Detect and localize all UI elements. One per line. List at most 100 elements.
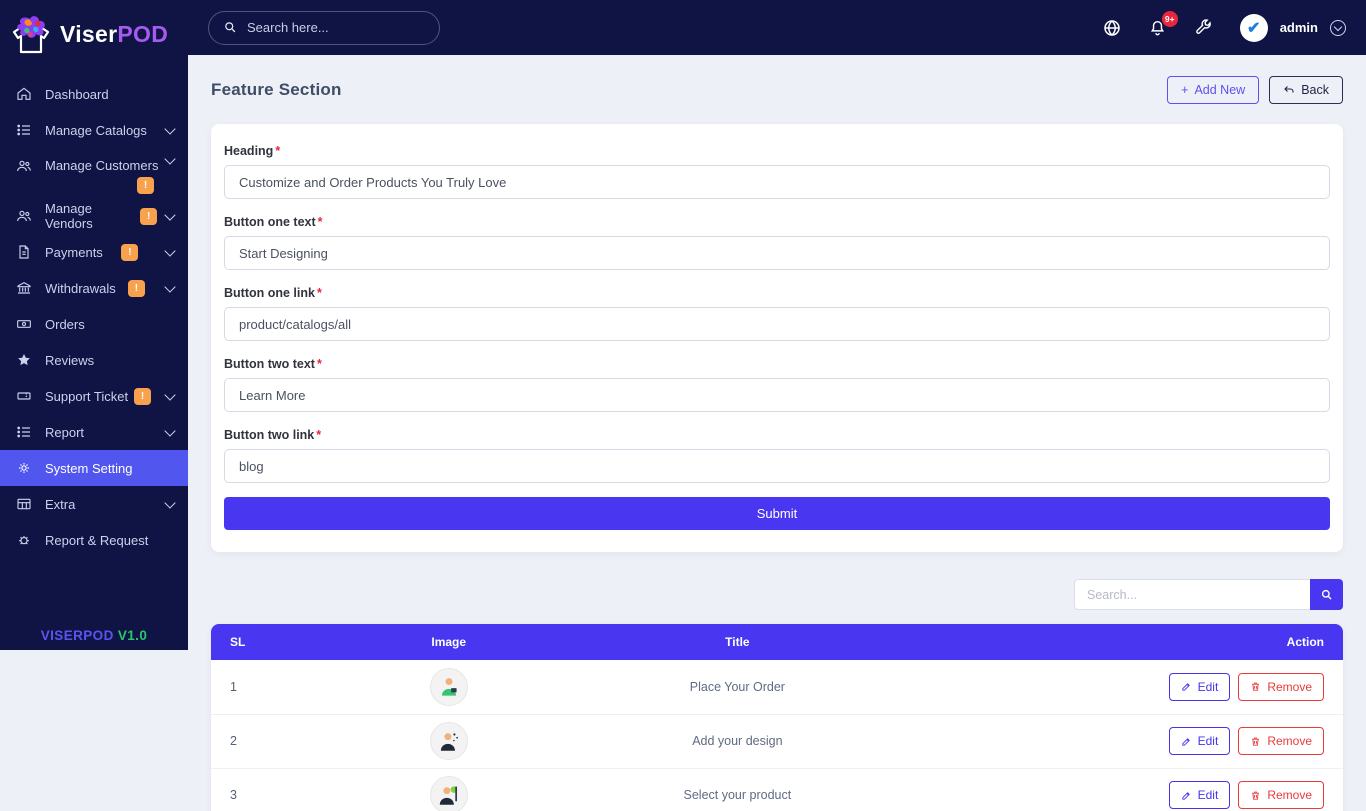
table-header-row: SL Image Title Action — [211, 624, 1343, 660]
sidebar-item-extra[interactable]: Extra — [0, 486, 188, 522]
table-search-button[interactable] — [1310, 579, 1343, 610]
bank-icon — [16, 280, 32, 296]
sidebar-version: VISERPOD V1.0 — [40, 628, 148, 643]
notification-count-badge: ! — [121, 243, 139, 261]
sidebar-item-label: Extra — [45, 496, 76, 512]
row-title: Select your product — [683, 788, 792, 803]
back-button[interactable]: Back — [1269, 75, 1343, 104]
add-new-button[interactable]: + Add New — [1167, 75, 1260, 104]
table-row: 1 Place Your Order Edit Remove — [211, 660, 1343, 715]
sidebar-item-label: Report & Request — [45, 532, 149, 548]
submit-button[interactable]: Submit — [224, 497, 1330, 530]
sidebar-item-support-ticket[interactable]: Support Ticket ! — [0, 378, 188, 414]
search-input[interactable] — [247, 20, 407, 35]
sidebar: ViserPOD Dashboard Manage Catalogs Manag… — [0, 0, 188, 650]
chevron-down-icon — [164, 208, 176, 221]
admin-username: admin — [1279, 20, 1318, 35]
notifications-bell-icon[interactable]: 9+ — [1148, 10, 1178, 38]
sidebar-item-label: Dashboard — [45, 86, 109, 102]
sidebar-item-system-setting[interactable]: System Setting — [0, 450, 188, 486]
sidebar-item-manage-vendors[interactable]: Manage Vendors ! — [0, 198, 188, 234]
brand-logo[interactable]: ViserPOD — [0, 0, 188, 66]
row-title: Add your design — [584, 714, 891, 769]
heading-field[interactable] — [224, 165, 1330, 199]
star-icon — [16, 352, 32, 368]
home-icon — [16, 86, 32, 102]
sidebar-item-report[interactable]: Report — [0, 414, 188, 450]
settings-wrench-icon[interactable] — [1194, 18, 1214, 38]
chevron-down-icon — [164, 122, 176, 135]
edit-button[interactable]: Edit — [1168, 781, 1231, 810]
feature-image — [429, 722, 468, 760]
search-icon — [1320, 588, 1334, 602]
pencil-icon — [1181, 736, 1192, 747]
sidebar-item-label: Manage Customers — [45, 158, 159, 173]
sidebar-item-dashboard[interactable]: Dashboard — [0, 76, 188, 112]
notification-count-badge: 9+ — [1161, 10, 1178, 27]
row-sl: 2 — [211, 714, 313, 769]
pencil-icon — [1181, 790, 1192, 801]
trash-icon — [1250, 681, 1261, 692]
users-icon — [16, 208, 32, 224]
sidebar-item-manage-catalogs[interactable]: Manage Catalogs — [0, 112, 188, 148]
sidebar-item-label: Orders — [45, 316, 85, 332]
button-two-text-field[interactable] — [224, 378, 1330, 412]
notification-count-badge: ! — [127, 279, 145, 297]
feature-items-table-card: SL Image Title Action 1 Place Your Order — [211, 624, 1343, 811]
button-one-text-field[interactable] — [224, 236, 1330, 270]
admin-menu-chevron-icon[interactable] — [1330, 19, 1346, 36]
table-row: 2 Add your design Edit Remove — [211, 714, 1343, 769]
sidebar-item-manage-customers[interactable]: Manage Customers ! — [0, 148, 188, 198]
sidebar-item-payments[interactable]: Payments ! — [0, 234, 188, 270]
sidebar-item-label: Payments — [45, 244, 103, 260]
required-asterisk: * — [275, 144, 281, 158]
button-one-link-field[interactable] — [224, 307, 1330, 341]
remove-button[interactable]: Remove — [1238, 727, 1324, 755]
table-icon — [16, 496, 32, 512]
remove-button[interactable]: Remove — [1238, 672, 1324, 701]
column-header-sl: SL — [211, 624, 313, 660]
notification-count-badge: ! — [137, 177, 154, 194]
main-content: Feature Section + Add New Back Heading * … — [188, 55, 1366, 811]
button-two-link-field[interactable] — [224, 449, 1330, 483]
table-search-input[interactable] — [1074, 579, 1310, 610]
language-globe-icon[interactable] — [1102, 18, 1122, 38]
brand-name: ViserPOD — [60, 20, 169, 47]
column-header-action: Action — [890, 624, 1343, 660]
chevron-down-icon — [164, 280, 176, 293]
sidebar-nav: Dashboard Manage Catalogs Manage Custome… — [0, 76, 188, 558]
sidebar-item-label: System Setting — [45, 460, 133, 476]
chevron-down-icon — [164, 244, 176, 257]
sidebar-item-withdrawals[interactable]: Withdrawals ! — [0, 270, 188, 306]
sidebar-item-reviews[interactable]: Reviews — [0, 342, 188, 378]
ticket-icon — [16, 388, 32, 404]
remove-button[interactable]: Remove — [1238, 781, 1324, 810]
list-icon — [16, 122, 32, 138]
sidebar-item-label: Reviews — [45, 352, 95, 368]
users-icon — [16, 158, 32, 174]
column-header-image: Image — [312, 624, 585, 660]
row-title: Place Your Order — [584, 660, 891, 715]
edit-button[interactable]: Edit — [1168, 727, 1231, 755]
chevron-down-icon — [164, 496, 176, 509]
required-asterisk: * — [317, 215, 323, 229]
table-search — [1074, 579, 1343, 610]
admin-avatar[interactable]: ✔ — [1239, 13, 1268, 42]
sidebar-item-orders[interactable]: Orders — [0, 306, 188, 342]
gear-icon — [16, 460, 32, 476]
sidebar-item-report-request[interactable]: Report & Request — [0, 522, 188, 558]
edit-button[interactable]: Edit — [1168, 672, 1231, 701]
invoice-icon — [16, 244, 32, 260]
trash-icon — [1250, 736, 1261, 747]
report-icon — [16, 424, 32, 440]
row-sl: 1 — [211, 660, 313, 715]
bug-icon — [16, 532, 32, 548]
back-arrow-icon — [1283, 84, 1295, 96]
page-title: Feature Section — [211, 79, 342, 99]
plus-icon: + — [1181, 82, 1189, 97]
feature-image — [429, 667, 468, 706]
button-two-text-label: Button two text * — [224, 357, 322, 371]
feature-section-form-card: Heading* Button one text* Button one lin… — [211, 124, 1343, 552]
topbar-search[interactable] — [208, 10, 440, 45]
button-one-text-label: Button one text * — [224, 215, 323, 229]
